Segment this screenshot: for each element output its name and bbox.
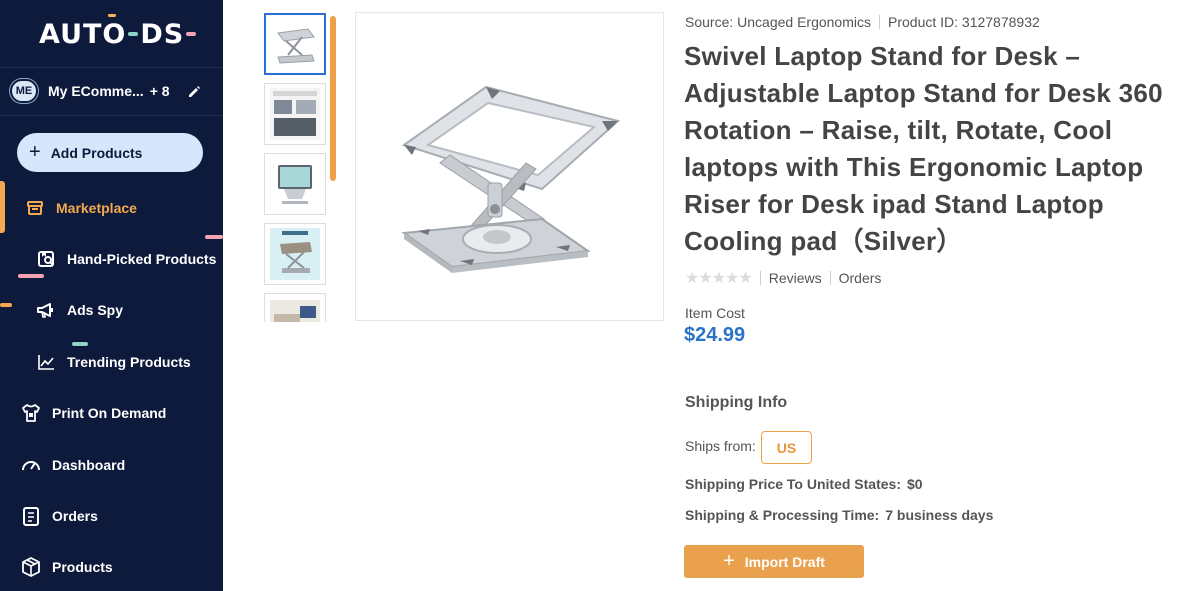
- thumbnail[interactable]: [264, 223, 326, 285]
- ships-from-country-button[interactable]: US: [761, 431, 812, 464]
- plus-icon: +: [723, 550, 735, 572]
- sidebar-item-hand-picked-products[interactable]: Hand-Picked Products: [0, 239, 223, 279]
- thumbnail[interactable]: [264, 153, 326, 215]
- box-icon: [20, 556, 42, 578]
- divider: [759, 271, 761, 285]
- divider: [0, 115, 223, 116]
- logo[interactable]: AUT O DS: [39, 13, 198, 52]
- shirt-icon: [20, 402, 42, 424]
- sidebar-item-orders[interactable]: Orders: [0, 496, 223, 536]
- sidebar-item-label: Products: [52, 559, 113, 575]
- ships-from-label: Ships from:: [685, 438, 756, 454]
- shipping-price-value: $0: [906, 476, 923, 492]
- orders-link[interactable]: Orders: [839, 270, 882, 286]
- shipping-price-label: Shipping Price To United States:: [685, 476, 901, 492]
- product-id: Product ID: 3127878932: [888, 14, 1040, 30]
- store-name: My EComme...: [48, 83, 144, 99]
- shipping-info-title: Shipping Info: [685, 394, 788, 411]
- logo-dash: [186, 32, 197, 36]
- decorative-dash: [0, 303, 12, 307]
- sidebar-item-ads-spy[interactable]: Ads Spy: [0, 290, 223, 330]
- shipping-time-row: Shipping & Processing Time: 7 business da…: [685, 507, 993, 523]
- store-count: + 8: [149, 83, 170, 99]
- plus-icon: +: [29, 141, 41, 163]
- clipboard-icon: [20, 505, 42, 527]
- trend-icon: [35, 351, 57, 373]
- store-selector[interactable]: ME My EComme... + 8: [10, 78, 210, 104]
- product-meta: Source: Uncaged Ergonomics Product ID: 3…: [685, 14, 1040, 30]
- decorative-dash: [72, 342, 88, 346]
- decorative-dash: [205, 235, 223, 239]
- thumbnail[interactable]: [264, 293, 326, 322]
- product-image: [355, 12, 664, 321]
- sidebar-item-label: Hand-Picked Products: [67, 251, 217, 267]
- sidebar: AUT O DS ME My EComme... + 8 + Add Product…: [0, 0, 223, 591]
- decorative-dash: [18, 274, 44, 278]
- logo-dash: [128, 32, 139, 36]
- shipping-price-row: Shipping Price To United States: $0: [685, 476, 923, 492]
- product-title: Swivel Laptop Stand for Desk – Adjustabl…: [684, 41, 1163, 256]
- sidebar-item-label: Ads Spy: [67, 302, 124, 318]
- sidebar-item-label: Print On Demand: [52, 405, 167, 421]
- import-draft-label: Import Draft: [744, 553, 825, 570]
- divider: [879, 15, 880, 29]
- thumbnail-scrollbar[interactable]: [330, 16, 336, 181]
- sidebar-item-marketplace[interactable]: Marketplace: [0, 188, 223, 228]
- logo-text-2: O: [102, 13, 127, 50]
- logo-text-3: DS: [140, 18, 185, 50]
- reviews-link[interactable]: Reviews: [769, 270, 822, 286]
- gauge-icon: [20, 454, 42, 476]
- thumbnail[interactable]: [264, 13, 326, 75]
- import-draft-button[interactable]: + Import Draft: [684, 545, 864, 578]
- item-price: $24.99: [684, 324, 746, 346]
- store-icon: [24, 197, 46, 219]
- sidebar-item-label: Trending Products: [67, 354, 191, 370]
- sidebar-item-trending-products[interactable]: Trending Products: [0, 342, 223, 382]
- sidebar-item-label: Dashboard: [52, 457, 126, 473]
- thumbnail-list: [262, 12, 328, 322]
- sidebar-item-dashboard[interactable]: Dashboard: [0, 445, 223, 485]
- item-cost-label: Item Cost: [685, 305, 745, 321]
- sidebar-item-label: Orders: [52, 508, 98, 524]
- divider: [0, 67, 223, 68]
- add-products-label: Add Products: [50, 144, 143, 161]
- product-source: Source: Uncaged Ergonomics: [685, 14, 871, 30]
- star-rating: ★★★★★: [685, 270, 753, 287]
- store-avatar: ME: [10, 79, 38, 103]
- sidebar-item-print-on-demand[interactable]: Print On Demand: [0, 393, 223, 433]
- shipping-time-value: 7 business days: [885, 507, 994, 523]
- sidebar-item-label: Marketplace: [56, 200, 137, 216]
- ratings-row: ★★★★★ Reviews Orders: [685, 268, 881, 288]
- edit-icon[interactable]: [187, 84, 201, 98]
- megaphone-icon: [35, 299, 57, 321]
- shipping-time-label: Shipping & Processing Time:: [685, 507, 880, 523]
- sidebar-item-products[interactable]: Products: [0, 547, 223, 587]
- add-products-button[interactable]: + Add Products: [17, 133, 203, 172]
- logo-text-1: AUT: [39, 18, 103, 50]
- hand-picked-icon: [35, 248, 57, 270]
- divider: [829, 271, 831, 285]
- thumbnail[interactable]: [264, 83, 326, 145]
